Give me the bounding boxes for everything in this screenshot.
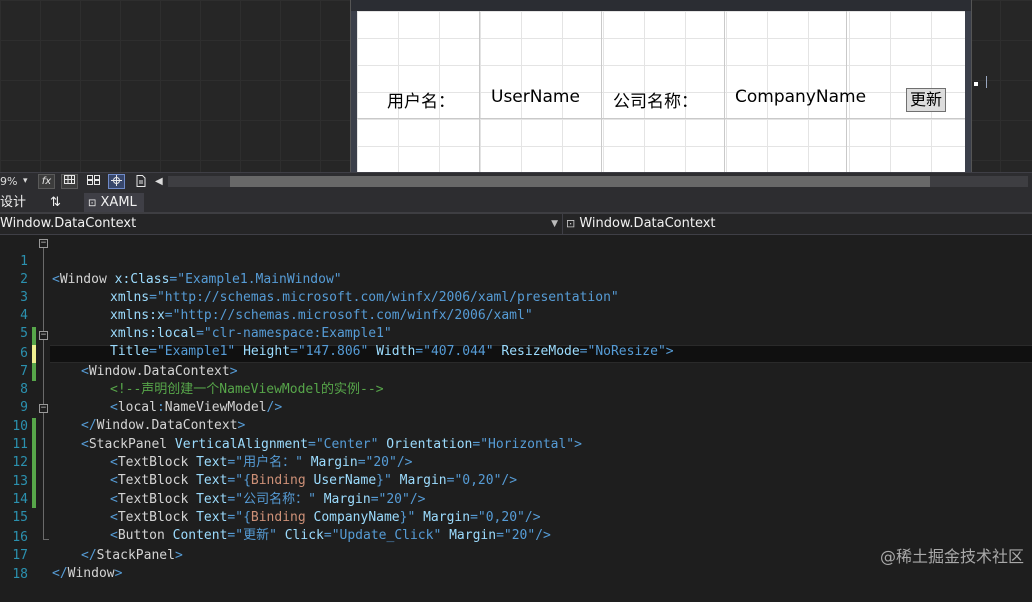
code-line[interactable]: 12 <TextBlock Text="{Binding UserName}" … (0, 436, 1032, 488)
line-number: 18 (12, 567, 28, 582)
preview-update-button[interactable]: 更新 (906, 88, 946, 112)
scroll-left-icon[interactable]: ◀ (155, 174, 163, 189)
horizontal-scrollbar[interactable] (168, 176, 1028, 187)
watermark: @稀土掘金技术社区 (879, 547, 1024, 566)
xaml-tab-icon: ⊡ (88, 198, 97, 209)
preview-username-value: UserName (491, 87, 580, 107)
resize-handle[interactable] (974, 82, 978, 86)
xaml-code-editor[interactable]: − − − 1 <Window x:Class="Example1.MainWi… (0, 235, 1032, 582)
designer-surface[interactable]: 用户名： UserName 公司名称： CompanyName 更新 (0, 0, 1032, 172)
designer-toolbar: 9% ▾ fx ◀ (0, 172, 1032, 191)
navigation-bar: Window.DataContext ▼ ⊡ Window.DataContex… (0, 214, 1032, 235)
zoom-dropdown-icon[interactable]: ▾ (23, 174, 28, 189)
grid-divider (357, 118, 965, 119)
code-line[interactable]: 9 </Window.DataContext> (0, 381, 1032, 433)
element-selector-value: Window.DataContext (0, 216, 137, 231)
code-line[interactable]: 13 <TextBlock Text="公司名称：" Margin="20"/> (0, 455, 1032, 507)
tab-xaml[interactable]: ⊡ XAML (84, 193, 144, 212)
tab-design[interactable]: 设计 (0, 193, 26, 212)
code-line[interactable]: 2 xmlns="http://schemas.microsoft.com/wi… (0, 253, 1032, 305)
grid-divider (601, 11, 602, 172)
code-line[interactable]: 7 <!--声明创建一个NameViewModel的实例--> (0, 345, 1032, 397)
member-selector-dropdown[interactable]: ⊡ Window.DataContext (566, 214, 1032, 234)
code-line[interactable]: 18 (0, 548, 1032, 582)
code-line[interactable]: 10 <StackPanel VerticalAlignment="Center… (0, 400, 1032, 452)
window-preview-titlebar (351, 0, 971, 11)
window-preview-client[interactable]: 用户名： UserName 公司名称： CompanyName 更新 (357, 11, 965, 172)
window-preview-frame[interactable]: 用户名： UserName 公司名称： CompanyName 更新 (350, 0, 972, 172)
view-tabs: 设计 ⇅ ⊡ XAML (0, 191, 1032, 213)
chevron-down-icon: ▼ (551, 219, 558, 229)
tab-xaml-label: XAML (100, 195, 137, 210)
element-selector-dropdown[interactable]: Window.DataContext ▼ (0, 214, 563, 234)
formula-fx-button[interactable]: fx (38, 174, 55, 189)
snap-to-lines-icon[interactable] (108, 174, 125, 189)
preview-company-label: 公司名称： (613, 92, 698, 112)
grid-divider (724, 11, 725, 172)
preview-username-label: 用户名： (387, 92, 455, 112)
code-line[interactable]: 17 </Window> (0, 529, 1032, 581)
swap-panes-icon[interactable]: ⇅ (50, 193, 61, 212)
code-line[interactable]: 14 <TextBlock Text="{Binding CompanyName… (0, 473, 1032, 525)
grid-divider (479, 11, 480, 172)
code-line[interactable]: 16 </StackPanel> (0, 511, 1032, 563)
code-line[interactable]: 6 <Window.DataContext> (0, 327, 1032, 379)
code-line[interactable]: 3 xmlns:x="http://schemas.microsoft.com/… (0, 271, 1032, 323)
preview-company-value: CompanyName (735, 87, 867, 107)
code-line[interactable]: 4 xmlns:local="clr-namespace:Example1" (0, 289, 1032, 341)
document-icon[interactable] (132, 174, 149, 189)
member-selector-icon: ⊡ (566, 217, 576, 230)
code-line[interactable]: 15 <Button Content="更新" Click="Update_Cl… (0, 491, 1032, 543)
code-line[interactable]: 8 <local:NameViewModel/> (0, 363, 1032, 415)
code-line[interactable]: 11 <TextBlock Text="用户名：" Margin="20"/> (0, 418, 1032, 470)
selection-marker (986, 76, 987, 88)
code-line[interactable]: 1 <Window x:Class="Example1.MainWindow" (0, 235, 1032, 287)
code-line[interactable]: 5 Title="Example1" Height="147.806" Widt… (0, 307, 1032, 359)
scrollbar-thumb[interactable] (230, 176, 930, 187)
member-selector-value: Window.DataContext (579, 216, 716, 231)
zoom-level[interactable]: 9% (0, 174, 17, 189)
snap-to-grid-icon[interactable] (85, 174, 102, 189)
grid-toggle-icon[interactable] (61, 174, 78, 189)
